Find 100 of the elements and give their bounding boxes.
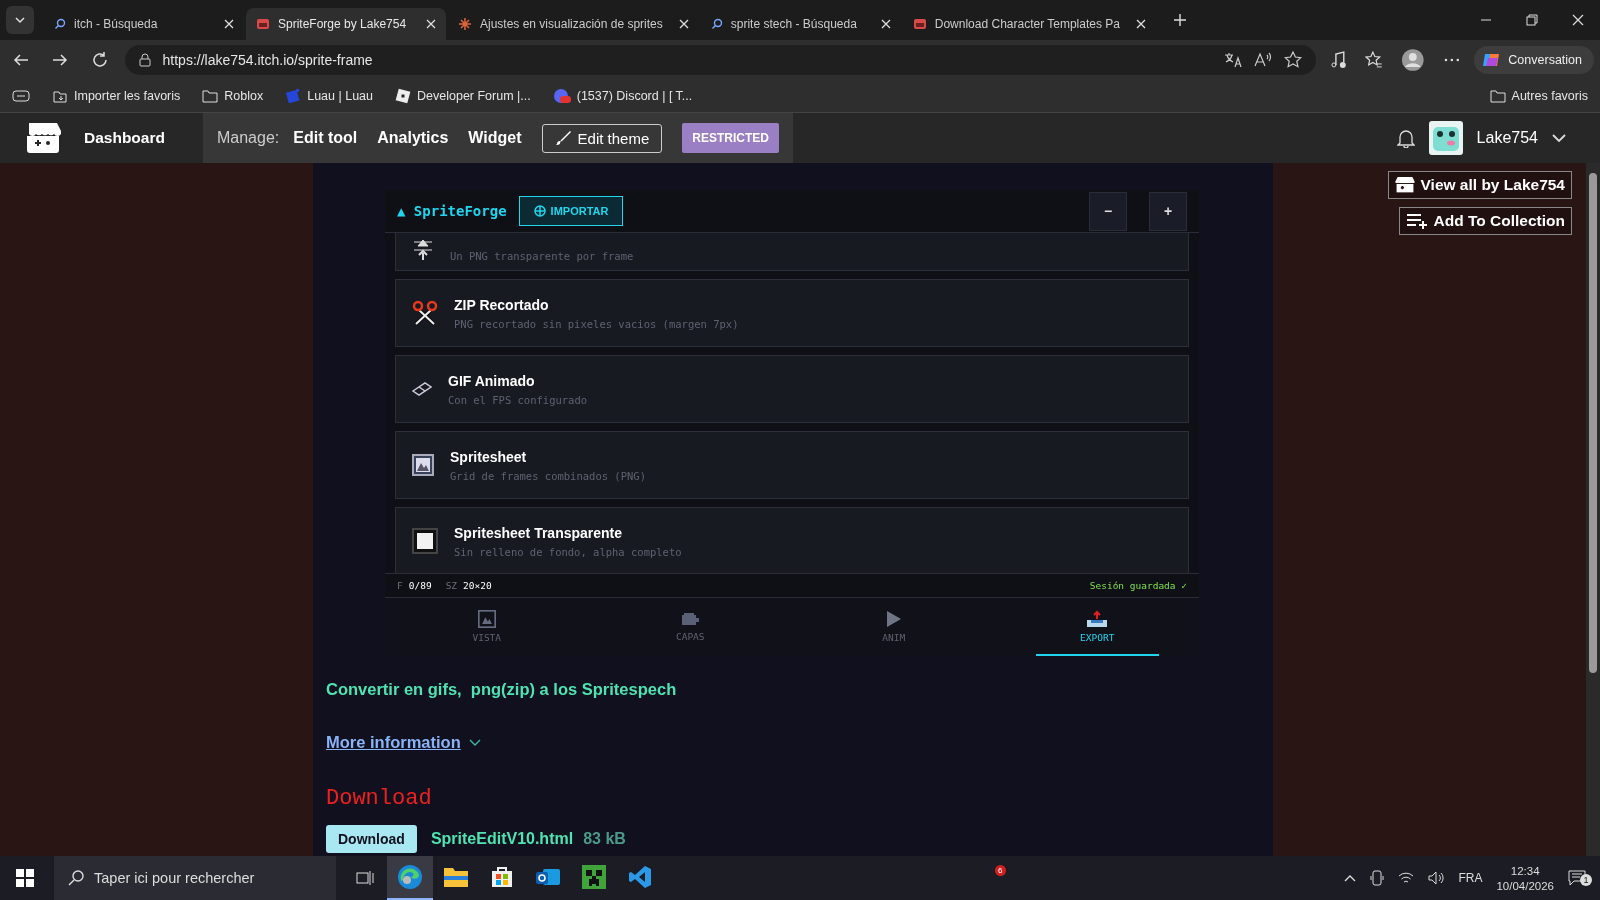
message-icon xyxy=(1568,870,1586,886)
chevron-up-icon[interactable] xyxy=(1344,874,1357,882)
reading-list-icon[interactable] xyxy=(12,89,30,103)
windows-start-icon[interactable] xyxy=(16,869,34,887)
task-view-icon[interactable] xyxy=(356,870,374,886)
tab-list-button[interactable] xyxy=(6,6,34,34)
browser-tab[interactable]: Ajustes en visualización de sprites xyxy=(448,8,699,40)
bookmark[interactable]: Developer Forum |... xyxy=(395,88,531,104)
upload-tray-icon xyxy=(1086,609,1109,628)
frame-label: F xyxy=(397,580,403,591)
notification-bell-icon[interactable] xyxy=(1396,128,1415,148)
nav-tab[interactable]: EXPORT xyxy=(1035,598,1159,656)
brush-icon xyxy=(554,130,571,146)
layers-icon xyxy=(680,610,701,627)
favorites-icon[interactable] xyxy=(1365,51,1383,69)
file-size: 83 kB xyxy=(583,830,626,848)
wifi-icon[interactable] xyxy=(1398,871,1415,885)
export-option[interactable]: GIF Animado Con el FPS configurado xyxy=(395,355,1189,423)
plus-icon xyxy=(1173,13,1187,27)
search-icon xyxy=(710,18,723,30)
scrollbar[interactable] xyxy=(1586,163,1600,856)
edit-theme-button[interactable]: Edit theme xyxy=(541,123,663,153)
zoom-out-button[interactable]: − xyxy=(1089,191,1127,231)
close-icon[interactable] xyxy=(678,19,689,29)
download-heading: Download xyxy=(326,786,433,811)
browser-tab[interactable]: Download Character Templates Pa xyxy=(902,8,1156,40)
option-description: Con el FPS configurado xyxy=(448,393,588,406)
browser-tab[interactable]: sprite stech - Búsqueda xyxy=(700,8,901,40)
close-icon[interactable] xyxy=(880,19,891,29)
read-aloud-icon[interactable] xyxy=(1253,52,1272,68)
file-name: SpriteEditV10.html xyxy=(430,830,574,848)
dashboard-link[interactable]: Dashboard xyxy=(84,129,165,147)
size-value: 20×20 xyxy=(463,580,492,591)
frames-icon xyxy=(412,238,434,262)
option-description: Un PNG transparente por frame xyxy=(450,250,634,262)
language-indicator[interactable]: FRA xyxy=(1458,871,1483,885)
chevron-down-icon[interactable] xyxy=(468,738,481,747)
bookmark[interactable]: (1537) Discord | [ T... xyxy=(552,88,693,104)
export-option[interactable]: Spritesheet Grid de frames combinados (PNG) xyxy=(395,431,1189,499)
browser-tab[interactable]: itch - Búsqueda xyxy=(44,8,244,40)
more-information-link[interactable]: More information xyxy=(326,733,461,752)
manage-link[interactable]: Edit tool xyxy=(293,129,358,147)
manage-link[interactable]: Widget xyxy=(468,129,522,147)
username[interactable]: Lake754 xyxy=(1476,129,1538,147)
option-title: Spritesheet xyxy=(450,448,528,465)
description-text: Convertir en gifs, png(zip) a los Spritespech xyxy=(326,680,678,699)
profile-avatar-icon[interactable] xyxy=(1401,48,1425,72)
close-icon[interactable] xyxy=(426,19,436,29)
volume-icon[interactable] xyxy=(1428,871,1445,885)
device-icon[interactable] xyxy=(1370,870,1385,886)
export-option[interactable]: ZIP Recortado PNG recortado sin pixeles vacios (margen 7px) xyxy=(395,279,1189,347)
bookmark-folder[interactable]: Autres favoris xyxy=(1489,89,1588,103)
clock[interactable]: 12:34 10/04/2026 xyxy=(1496,864,1554,892)
globe-icon xyxy=(533,205,546,217)
chat-icon xyxy=(552,88,571,104)
block-face-icon xyxy=(582,865,606,889)
view-all-button[interactable]: View all by Lake754 xyxy=(1387,171,1572,199)
play-icon xyxy=(885,609,902,628)
framed-picture-icon xyxy=(412,454,434,476)
taskbar-search-field[interactable]: Taper ici pour rechercher xyxy=(54,856,336,900)
store-logo[interactable] xyxy=(24,121,62,155)
add-to-collection-button[interactable]: Add To Collection xyxy=(1398,207,1572,235)
framed-picture-icon xyxy=(477,609,496,628)
lock-icon xyxy=(138,53,151,67)
spark-icon xyxy=(458,17,472,31)
blank-square-icon xyxy=(412,528,438,554)
bookmark[interactable]: Roblox xyxy=(202,89,264,103)
tilted-block-icon xyxy=(285,88,302,104)
scissors-icon xyxy=(412,300,438,326)
folder-icon xyxy=(202,89,219,103)
frame-counter: 0/89 xyxy=(408,580,432,591)
download-button[interactable]: Download xyxy=(326,825,417,853)
import-icon xyxy=(52,88,68,104)
store-icon xyxy=(912,17,927,31)
bookmark[interactable]: Luau | Luau xyxy=(285,88,373,104)
option-title: ZIP Recortado xyxy=(454,296,550,313)
bookmark[interactable]: Importer les favoris xyxy=(52,88,181,104)
url-text: https://lake754.itch.io/sprite-frame xyxy=(162,52,373,68)
browser-tab[interactable]: SpriteForge by Lake754 xyxy=(246,8,446,40)
option-description: Grid de frames combinados (PNG) xyxy=(450,469,646,482)
folder-icon xyxy=(443,866,469,888)
zoom-in-button[interactable]: + xyxy=(1149,191,1187,231)
store-icon xyxy=(256,17,270,31)
conversation-button[interactable]: Conversation xyxy=(1474,46,1594,74)
option-description: PNG recortado sin pixeles vacios (margen 7px) xyxy=(454,317,739,330)
user-avatar[interactable] xyxy=(1428,121,1463,155)
notification-center-button[interactable]: 1 xyxy=(1568,870,1592,886)
size-label: SZ xyxy=(445,580,458,591)
manage-label: Manage: xyxy=(216,129,280,147)
close-icon[interactable] xyxy=(1136,19,1146,29)
address-bar[interactable]: https://lake754.itch.io/sprite-frame xyxy=(124,45,1316,75)
music-icon[interactable] xyxy=(1329,51,1348,69)
search-icon xyxy=(68,870,84,886)
export-option[interactable]: Spritesheet Transparente Sin relleno de fondo, alpha completo xyxy=(395,507,1189,573)
close-icon[interactable] xyxy=(224,19,234,29)
import-button[interactable]: IMPORTAR xyxy=(518,196,624,226)
star-icon[interactable] xyxy=(1283,51,1302,69)
manage-link[interactable]: Analytics xyxy=(377,129,449,147)
restricted-badge: RESTRICTED xyxy=(682,123,779,153)
translate-icon[interactable] xyxy=(1223,52,1242,68)
